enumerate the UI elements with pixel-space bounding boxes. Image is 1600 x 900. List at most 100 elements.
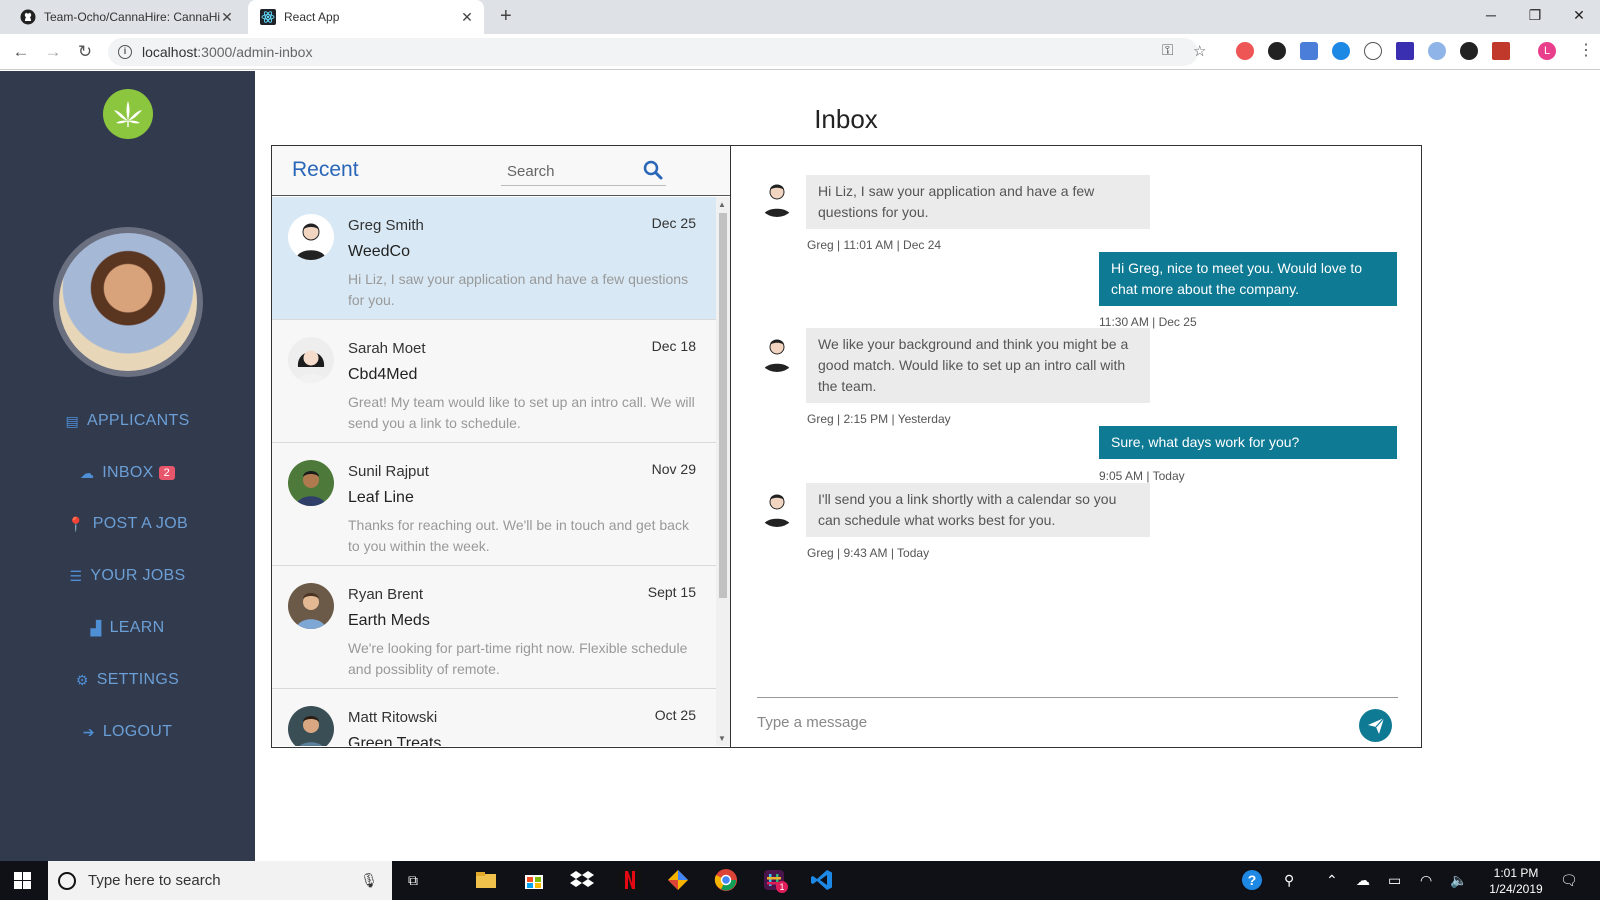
microphone-icon[interactable]: 🎙 xyxy=(360,872,378,889)
message-input[interactable] xyxy=(757,710,1317,734)
taskbar-search[interactable]: Type here to search 🎙 xyxy=(48,861,392,900)
dropbox-icon[interactable] xyxy=(570,868,594,892)
browser-tab-github[interactable]: Team-Ocho/CannaHire: CannaHire ✕ xyxy=(8,0,244,34)
message-meta: Greg | 11:01 AM | Dec 24 xyxy=(807,238,942,252)
file-explorer-icon[interactable] xyxy=(474,868,498,892)
nav-label: LOGOUT xyxy=(102,723,173,740)
close-tab-icon[interactable]: ✕ xyxy=(460,9,474,26)
minimize-icon[interactable]: ─ xyxy=(1468,0,1514,30)
browser-tab-react-app[interactable]: React App ✕ xyxy=(248,0,484,34)
extension-icon[interactable] xyxy=(1236,42,1254,60)
browser-menu-icon[interactable]: ⋮ xyxy=(1578,40,1594,60)
recent-title: Recent xyxy=(292,158,359,181)
store-icon[interactable] xyxy=(522,868,546,892)
netflix-icon[interactable] xyxy=(618,868,642,892)
vscode-icon[interactable] xyxy=(810,868,834,892)
profile-avatar[interactable]: L xyxy=(1538,42,1556,60)
nav-logout[interactable]: ➔ LOGOUT xyxy=(0,723,255,741)
extension-icon[interactable] xyxy=(1300,42,1318,60)
conversation-item[interactable]: Sarah Moet Dec 18 Cbd4Med Great! My team… xyxy=(272,320,716,443)
conversation-item[interactable]: Sunil Rajput Nov 29 Leaf Line Thanks for… xyxy=(272,443,716,566)
avatar xyxy=(757,177,797,217)
volume-icon[interactable]: 🔈 xyxy=(1450,872,1467,889)
system-clock[interactable]: 1:01 PM 1/24/2019 xyxy=(1480,865,1552,897)
profile-avatar-photo[interactable] xyxy=(53,227,203,377)
extension-icon[interactable] xyxy=(1428,42,1446,60)
extension-icon[interactable] xyxy=(1396,42,1414,60)
contact-name: Matt Ritowski xyxy=(348,709,438,726)
conversation-scrollbar[interactable]: ▲ ▼ xyxy=(716,197,730,746)
cannahire-logo[interactable] xyxy=(103,89,153,139)
outgoing-message: Hi Greg, nice to meet you. Would love to… xyxy=(1099,252,1397,306)
incoming-message: We like your background and think you mi… xyxy=(806,328,1150,403)
recent-header: Recent xyxy=(272,146,730,196)
extension-icon[interactable] xyxy=(1460,42,1478,60)
windows-start-icon[interactable] xyxy=(14,872,31,889)
battery-icon[interactable]: ▭ xyxy=(1388,872,1401,889)
extension-icon[interactable] xyxy=(1364,42,1382,60)
conversation-item[interactable]: Matt Ritowski Oct 25 Green Treats xyxy=(272,689,716,746)
task-view-icon[interactable]: ⧉ xyxy=(408,872,418,889)
star-icon[interactable]: ☆ xyxy=(1193,42,1206,60)
window-close-icon[interactable]: ✕ xyxy=(1556,0,1600,30)
clock-time: 1:01 PM xyxy=(1493,866,1539,880)
scroll-down-icon[interactable]: ▼ xyxy=(718,734,726,743)
scroll-up-icon[interactable]: ▲ xyxy=(718,200,726,209)
nav-label: APPLICANTS xyxy=(86,412,190,429)
extension-icon[interactable] xyxy=(1268,42,1286,60)
message-meta: 9:05 AM | Today xyxy=(1099,469,1185,483)
back-icon[interactable]: ← xyxy=(10,41,32,63)
wifi-icon[interactable]: ◠ xyxy=(1420,872,1432,889)
forward-icon[interactable]: → xyxy=(42,41,64,63)
nav-applicants[interactable]: ▤ APPLICANTS xyxy=(0,412,255,430)
avatar xyxy=(288,337,334,383)
send-button[interactable] xyxy=(1359,709,1392,742)
unread-badge: 2 xyxy=(158,466,176,480)
notifications-icon[interactable]: 🗨 xyxy=(1560,872,1578,889)
scrollbar-thumb[interactable] xyxy=(719,213,727,598)
sidebar: ▤ APPLICANTS ☁ INBOX 2 📍 POST A JOB ☰ YO… xyxy=(0,71,255,861)
conversation-date: Sept 15 xyxy=(647,584,696,600)
incoming-message: I'll send you a link shortly with a cale… xyxy=(806,483,1150,537)
clock-date: 1/24/2019 xyxy=(1489,882,1543,896)
reload-icon[interactable]: ↻ xyxy=(74,41,96,63)
extension-icon[interactable] xyxy=(1492,42,1510,60)
address-bar[interactable]: i localhost:3000/admin-inbox xyxy=(108,38,1198,66)
key-icon[interactable]: ⚿ xyxy=(1162,42,1173,59)
app-diamond-icon[interactable] xyxy=(666,868,690,892)
contact-name: Ryan Brent xyxy=(348,586,424,603)
pin-icon: 📍 xyxy=(67,515,85,532)
logout-icon: ➔ xyxy=(82,723,95,740)
slack-badge: 1 xyxy=(776,881,788,893)
conversation-item[interactable]: Ryan Brent Sept 15 Earth Meds We're look… xyxy=(272,566,716,689)
nav-inbox[interactable]: ☁ INBOX 2 xyxy=(0,464,255,482)
help-icon[interactable]: ? xyxy=(1242,870,1262,890)
company-name: Earth Meds xyxy=(348,612,430,629)
avatar xyxy=(757,487,797,527)
nav-settings[interactable]: ⚙ SETTINGS xyxy=(0,671,255,689)
avatar xyxy=(288,583,334,629)
tab-title: Team-Ocho/CannaHire: CannaHire xyxy=(44,10,220,24)
avatar xyxy=(288,460,334,506)
onedrive-icon[interactable]: ☁ xyxy=(1356,872,1370,889)
chart-icon: ▟ xyxy=(90,619,102,636)
search-icon[interactable] xyxy=(642,159,664,181)
people-icon[interactable]: ⚲ xyxy=(1284,872,1294,889)
close-tab-icon[interactable]: ✕ xyxy=(220,9,234,26)
hp-icon[interactable] xyxy=(1332,42,1350,60)
search-input[interactable] xyxy=(501,160,631,182)
chrome-icon[interactable] xyxy=(714,868,738,892)
restore-icon[interactable]: ❐ xyxy=(1512,0,1558,30)
nav-post-a-job[interactable]: 📍 POST A JOB xyxy=(0,515,255,533)
nav-learn[interactable]: ▟ LEARN xyxy=(0,619,255,637)
tray-chevron-up-icon[interactable]: ⌃ xyxy=(1326,872,1338,889)
company-name: Cbd4Med xyxy=(348,366,418,383)
conversation-item[interactable]: Greg Smith Dec 25 WeedCo Hi Liz, I saw y… xyxy=(272,197,716,320)
company-name: Green Treats xyxy=(348,735,442,746)
nav-your-jobs[interactable]: ☰ YOUR JOBS xyxy=(0,567,255,585)
contact-name: Sunil Rajput xyxy=(348,463,429,480)
message-snippet: Hi Liz, I saw your application and have … xyxy=(348,271,689,308)
message-meta: Greg | 9:43 AM | Today xyxy=(807,546,930,560)
new-tab-button[interactable]: + xyxy=(500,5,512,28)
site-info-icon[interactable]: i xyxy=(118,45,132,59)
